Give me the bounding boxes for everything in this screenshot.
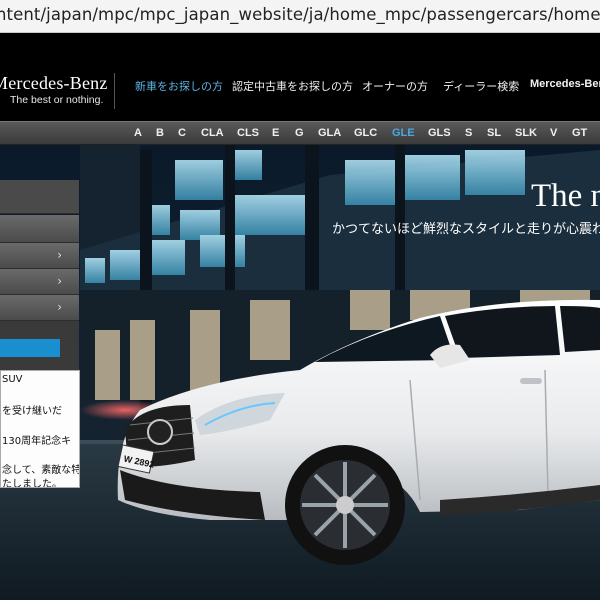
nav-owners[interactable]: オーナーの方 bbox=[362, 78, 428, 94]
side-menu-item-5[interactable]: › bbox=[0, 295, 79, 321]
model-link-v[interactable]: V bbox=[550, 127, 557, 139]
side-menu-item-3[interactable]: › bbox=[0, 243, 79, 269]
address-bar[interactable]: ntent/japan/mpc/mpc_japan_website/ja/hom… bbox=[0, 0, 600, 33]
model-link-glc[interactable]: GLC bbox=[354, 127, 377, 139]
hero-title: The n bbox=[531, 178, 600, 214]
chevron-right-icon: › bbox=[57, 300, 62, 314]
info-line-5: たしました。 bbox=[2, 479, 62, 488]
model-link-slk[interactable]: SLK bbox=[515, 127, 537, 139]
news-info-box[interactable]: SUV を受け継いだ 130周年記念キ 念して、素敵な特 たしました。 bbox=[0, 370, 80, 488]
model-link-cla[interactable]: CLA bbox=[201, 127, 224, 139]
info-line-3: 130周年記念キ bbox=[2, 436, 72, 447]
side-menu-item-1[interactable] bbox=[0, 180, 79, 214]
nav-new-cars[interactable]: 新車をお探しの方 bbox=[135, 78, 223, 94]
hero-image: W 2892 bbox=[0, 145, 600, 600]
model-link-sl[interactable]: SL bbox=[487, 127, 501, 139]
info-line-1: SUV bbox=[2, 374, 23, 385]
side-cta-button[interactable] bbox=[0, 339, 60, 357]
model-link-g[interactable]: G bbox=[295, 127, 304, 139]
model-link-gls[interactable]: GLS bbox=[428, 127, 451, 139]
chevron-right-icon: › bbox=[57, 248, 62, 262]
site-header: Mercedes-Benz The best or nothing. 新車をお探… bbox=[0, 33, 600, 121]
model-link-b[interactable]: B bbox=[156, 127, 164, 139]
info-line-2: を受け継いだ bbox=[2, 406, 62, 417]
model-link-gla[interactable]: GLA bbox=[318, 127, 341, 139]
url-text[interactable]: ntent/japan/mpc/mpc_japan_website/ja/hom… bbox=[0, 5, 600, 24]
model-selector-bar: A B C CLA CLS E G GLA GLC GLE GLS S SL S… bbox=[0, 121, 600, 145]
nav-certified-used[interactable]: 認定中古車をお探しの方 bbox=[232, 78, 353, 94]
side-menu-item-2[interactable] bbox=[0, 215, 79, 243]
hero-subtitle: かつてないほど鮮烈なスタイルと走りが心震わせ bbox=[332, 222, 600, 237]
model-link-a[interactable]: A bbox=[134, 127, 142, 139]
model-link-cls[interactable]: CLS bbox=[237, 127, 259, 139]
model-link-c[interactable]: C bbox=[178, 127, 186, 139]
model-link-gt[interactable]: GT bbox=[572, 127, 587, 139]
info-line-4: 念して、素敵な特 bbox=[2, 465, 80, 476]
brand-logo-text[interactable]: Mercedes-Benz bbox=[0, 73, 108, 94]
header-divider bbox=[114, 73, 115, 109]
chevron-right-icon: › bbox=[57, 274, 62, 288]
hero-banner[interactable]: W 2892 The n かつてないほど鮮烈なスタイルと走りが心震わせ bbox=[0, 145, 600, 600]
model-link-gle[interactable]: GLE bbox=[392, 127, 415, 139]
model-link-s[interactable]: S bbox=[465, 127, 472, 139]
nav-mercedes-benz[interactable]: Mercedes-Benz bbox=[530, 78, 600, 90]
side-menu-item-4[interactable]: › bbox=[0, 269, 79, 295]
brand-tagline: The best or nothing. bbox=[10, 94, 104, 106]
model-link-e[interactable]: E bbox=[272, 127, 279, 139]
nav-dealer-search[interactable]: ディーラー検索 bbox=[443, 78, 519, 94]
